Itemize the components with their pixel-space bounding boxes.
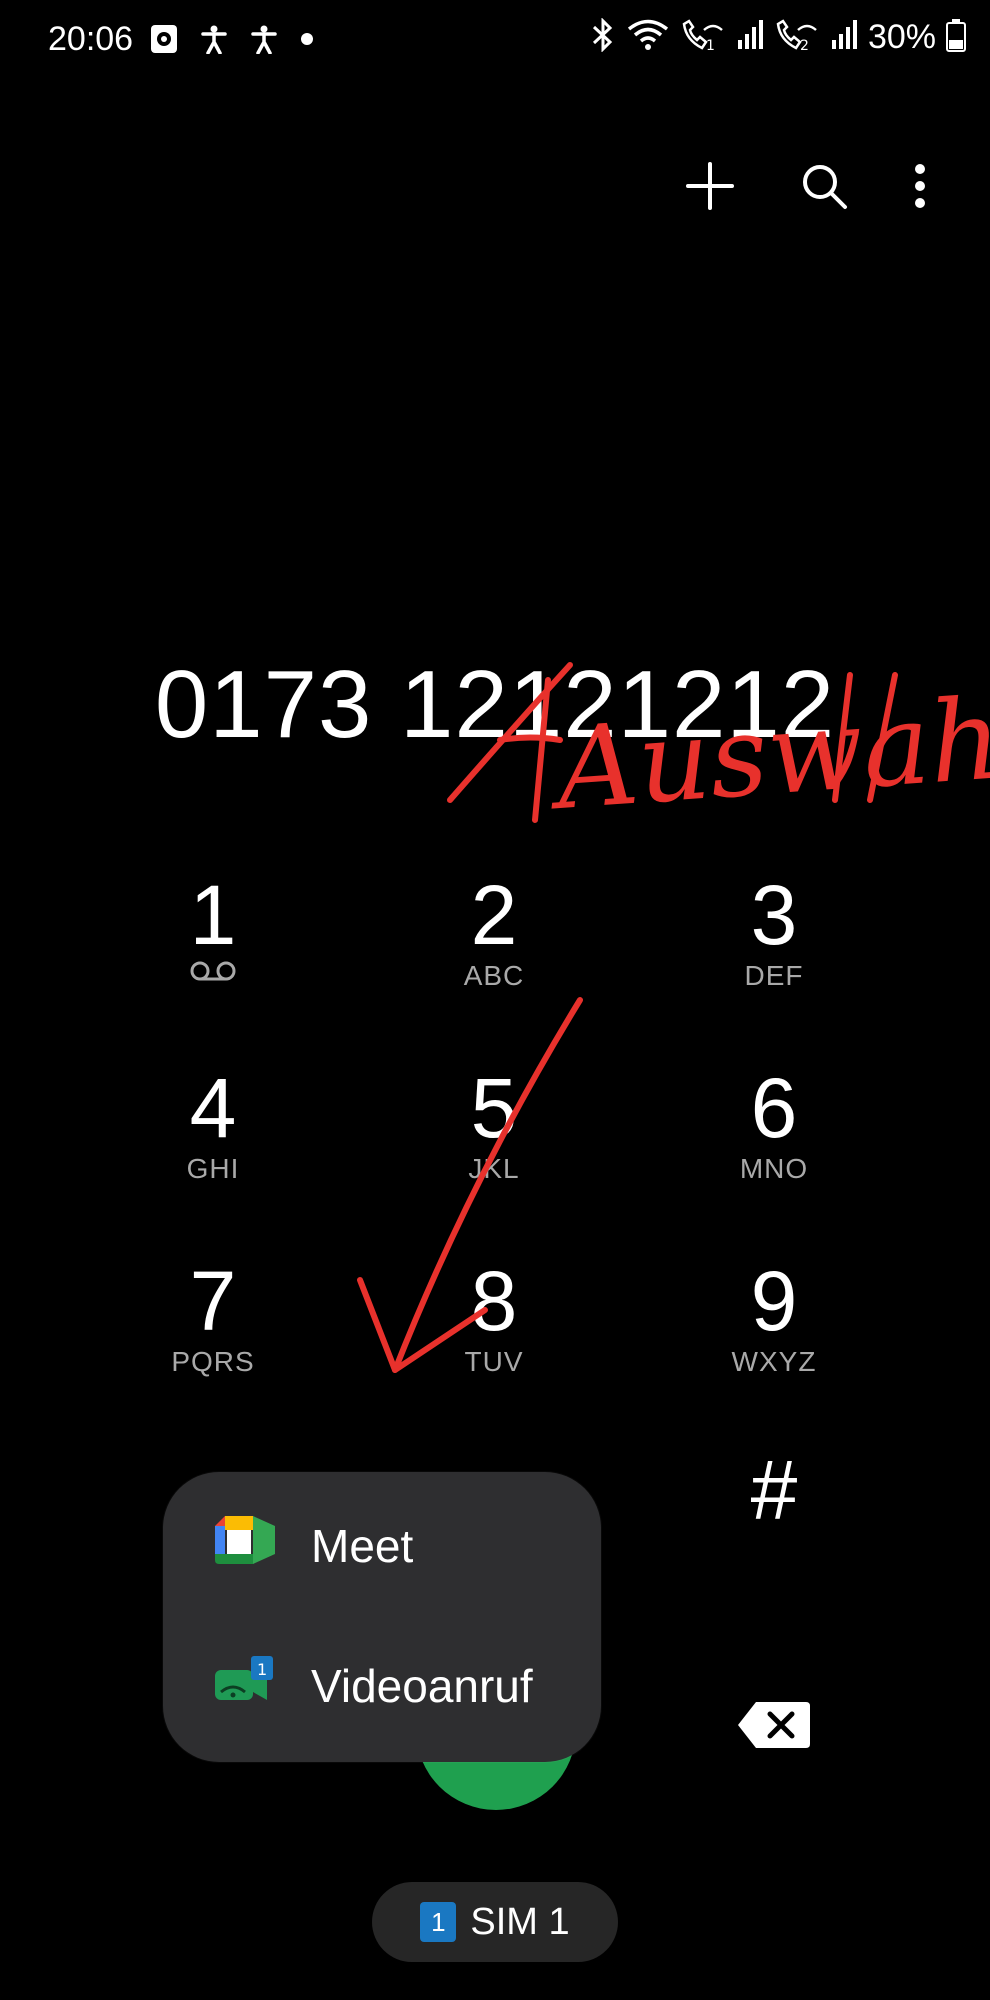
status-time: 20:06 bbox=[48, 20, 134, 58]
key-letters: TUV bbox=[464, 1346, 524, 1377]
key-3[interactable]: 3 DEF bbox=[674, 870, 874, 1030]
menu-item-videoanruf[interactable]: 1 Videoanruf bbox=[213, 1654, 533, 1717]
key-digit: 8 bbox=[470, 1254, 518, 1348]
key-letters: ABC bbox=[463, 960, 525, 991]
key-digit: 1 bbox=[189, 868, 237, 962]
sim-label: SIM 1 bbox=[470, 1900, 570, 1943]
key-letters: WXYZ bbox=[731, 1346, 817, 1377]
menu-item-label: Videoanruf bbox=[311, 1659, 533, 1712]
status-left-icons bbox=[150, 24, 314, 59]
svg-text:1: 1 bbox=[706, 38, 715, 52]
key-digit: # bbox=[750, 1443, 798, 1537]
signal-icon bbox=[830, 18, 858, 57]
key-digit: 2 bbox=[470, 868, 518, 962]
key-digit: 9 bbox=[750, 1254, 798, 1348]
key-digit: 5 bbox=[470, 1061, 518, 1155]
more-options-icon bbox=[914, 163, 926, 214]
add-icon bbox=[685, 161, 735, 216]
backspace-icon bbox=[736, 1702, 812, 1754]
battery-percentage: 30% bbox=[867, 18, 936, 56]
key-digit: 7 bbox=[189, 1254, 237, 1348]
key-letters: DEF bbox=[744, 960, 804, 991]
key-letters: JKL bbox=[468, 1153, 520, 1184]
key-8[interactable]: 8 TUV bbox=[394, 1256, 594, 1416]
menu-item-label: Meet bbox=[311, 1519, 414, 1572]
key-digit: 4 bbox=[189, 1061, 237, 1155]
key-2[interactable]: 2 ABC bbox=[394, 870, 594, 1030]
search-button[interactable] bbox=[796, 160, 852, 216]
call-options-popup: Meet 1 Videoanruf bbox=[163, 1472, 601, 1762]
backspace-button[interactable] bbox=[736, 1700, 812, 1755]
accessibility-icon bbox=[200, 24, 228, 59]
dialer-toolbar bbox=[682, 160, 930, 216]
screen-recorder-icon bbox=[150, 24, 178, 59]
key-7[interactable]: 7 PQRS bbox=[113, 1256, 313, 1416]
key-letters: GHI bbox=[186, 1153, 240, 1184]
more-options-button[interactable] bbox=[910, 160, 930, 216]
voicemail-icon bbox=[113, 960, 313, 987]
sim-selector-button[interactable]: 1 SIM 1 bbox=[372, 1882, 618, 1962]
bluetooth-icon bbox=[590, 17, 616, 57]
wifi-icon bbox=[626, 18, 670, 57]
add-contact-button[interactable] bbox=[682, 160, 738, 216]
dialed-number: 0173 12121212 bbox=[154, 651, 836, 758]
sim-card-icon: 1 bbox=[420, 1902, 457, 1942]
key-9[interactable]: 9 WXYZ bbox=[674, 1256, 874, 1416]
key-letters: MNO bbox=[739, 1153, 809, 1184]
dot-icon bbox=[300, 32, 314, 51]
status-right: 1 2 30% bbox=[590, 17, 966, 57]
wifi-calling-sim1-icon: 1 bbox=[680, 18, 726, 57]
wifi-calling-sim2-icon: 2 bbox=[774, 18, 820, 57]
key-5[interactable]: 5 JKL bbox=[394, 1063, 594, 1223]
video-call-icon: 1 bbox=[213, 1654, 277, 1717]
search-icon bbox=[799, 161, 849, 216]
key-digit: 6 bbox=[750, 1061, 798, 1155]
battery-icon bbox=[946, 18, 966, 57]
key-letters: PQRS bbox=[171, 1346, 255, 1377]
key-digit: 3 bbox=[750, 868, 798, 962]
key-4[interactable]: 4 GHI bbox=[113, 1063, 313, 1223]
menu-item-meet[interactable]: Meet bbox=[213, 1514, 413, 1577]
sim-badge-number: 1 bbox=[257, 1660, 267, 1679]
key-hash[interactable]: # bbox=[674, 1445, 874, 1605]
google-meet-icon bbox=[213, 1514, 277, 1577]
key-6[interactable]: 6 MNO bbox=[674, 1063, 874, 1223]
key-1[interactable]: 1 bbox=[113, 870, 313, 1030]
svg-text:2: 2 bbox=[800, 38, 809, 52]
accessibility-icon bbox=[250, 24, 278, 59]
signal-icon bbox=[736, 18, 764, 57]
